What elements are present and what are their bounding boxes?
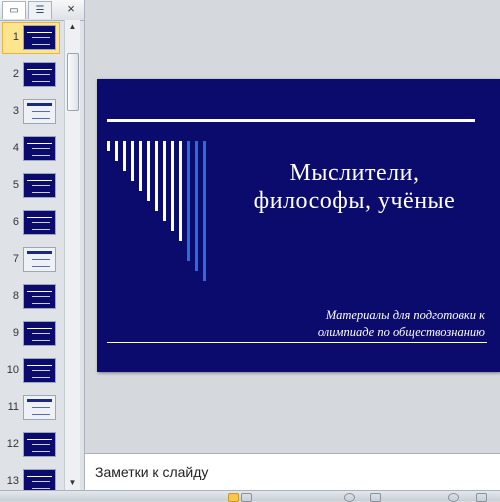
decorative-bar <box>155 141 158 211</box>
normal-view-icon[interactable] <box>228 493 239 502</box>
notes-pane[interactable]: Заметки к слайду <box>85 453 500 490</box>
slide-number: 7 <box>12 253 19 265</box>
scroll-thumb[interactable] <box>67 53 79 111</box>
slide-thumbnail[interactable] <box>23 210 56 235</box>
fit-slide-icon[interactable] <box>476 493 487 502</box>
decorative-bar <box>171 141 174 231</box>
slide-number: 1 <box>12 31 19 43</box>
decorative-bar <box>187 141 190 261</box>
slide-thumbnail-row[interactable]: 9 <box>0 318 64 350</box>
slide-thumbnail[interactable] <box>23 395 56 420</box>
slide-thumbnail[interactable] <box>23 358 56 383</box>
decorative-bar <box>107 141 110 151</box>
slide-thumbnail-row[interactable]: 6 <box>0 207 64 239</box>
slide-number: 4 <box>12 142 19 154</box>
slide-number: 6 <box>12 216 19 228</box>
status-bar <box>0 490 500 502</box>
slide-thumbnail-row[interactable]: 11 <box>0 392 64 424</box>
slide-thumbnail[interactable] <box>23 321 56 346</box>
decorative-bar <box>123 141 126 171</box>
outline-tab-icon[interactable]: ☰ <box>28 1 52 19</box>
slide-title[interactable]: Мыслители, философы, учёные <box>222 159 487 215</box>
decorative-bar <box>115 141 118 161</box>
slide-thumbnail-row[interactable]: 5 <box>0 170 64 202</box>
decorative-bar <box>179 141 182 241</box>
slide-thumbnail-row[interactable]: 4 <box>0 133 64 165</box>
decorative-bar <box>195 141 198 271</box>
slide-thumbnail[interactable] <box>23 173 56 198</box>
pane-tabs: ▭ ☰ × <box>0 0 84 21</box>
slide-thumbnail[interactable] <box>23 62 56 87</box>
decorative-bar <box>147 141 150 201</box>
slide-thumbnail[interactable] <box>23 136 56 161</box>
current-slide[interactable]: Мыслители, философы, учёные Материалы дл… <box>97 79 500 372</box>
slide-thumbnail[interactable] <box>23 247 56 272</box>
slide-thumbnail-row[interactable]: 10 <box>0 355 64 387</box>
decorative-bar <box>131 141 134 181</box>
decorative-bar <box>203 141 206 281</box>
slide-number: 12 <box>6 438 19 450</box>
slide-number: 2 <box>12 68 19 80</box>
slide-thumbnail-row[interactable]: 1 <box>0 22 64 54</box>
decorative-bar <box>163 141 166 221</box>
slide-number: 3 <box>12 105 19 117</box>
slide-top-rule <box>107 119 475 122</box>
slide-subtitle[interactable]: Материалы для подготовки к олимпиаде по … <box>247 307 485 341</box>
decorative-bar <box>139 141 142 191</box>
slide-number: 11 <box>7 401 19 413</box>
zoom-out-icon[interactable] <box>344 493 355 502</box>
zoom-in-icon[interactable] <box>370 493 381 502</box>
slide-thumbnail-row[interactable]: 7 <box>0 244 64 276</box>
slide-sorter-icon[interactable] <box>241 493 252 502</box>
thumbnail-scrollbar[interactable]: ▲ ▼ <box>64 20 80 490</box>
slide-number: 8 <box>12 290 19 302</box>
slide-thumbnail[interactable] <box>23 25 56 50</box>
slide-bottom-rule <box>107 342 487 343</box>
zoom-level-icon[interactable] <box>448 493 459 502</box>
scroll-up-icon[interactable]: ▲ <box>65 20 80 34</box>
slide-thumbnail[interactable] <box>23 284 56 309</box>
slide-editing-area: Мыслители, философы, учёные Материалы дл… <box>85 0 500 448</box>
slide-thumbnail[interactable] <box>23 432 56 457</box>
slide-number: 9 <box>12 327 19 339</box>
close-icon[interactable]: × <box>64 2 78 16</box>
slide-thumbnail-row[interactable]: 2 <box>0 59 64 91</box>
slide-thumbnail-row[interactable]: 12 <box>0 429 64 461</box>
slide-thumbnail[interactable] <box>23 99 56 124</box>
notes-placeholder[interactable]: Заметки к слайду <box>95 464 208 480</box>
slides-pane: ▭ ☰ × 1 2 3 4 5 6 7 8 9 10 11 12 13 ▲ ▼ <box>0 0 85 494</box>
slide-number: 13 <box>6 475 19 487</box>
slide-thumbnail-row[interactable]: 3 <box>0 96 64 128</box>
slide-number: 10 <box>6 364 19 376</box>
slides-tab-icon[interactable]: ▭ <box>2 1 26 19</box>
scroll-down-icon[interactable]: ▼ <box>65 476 80 490</box>
slide-thumbnail-row[interactable]: 8 <box>0 281 64 313</box>
slide-number: 5 <box>12 179 19 191</box>
